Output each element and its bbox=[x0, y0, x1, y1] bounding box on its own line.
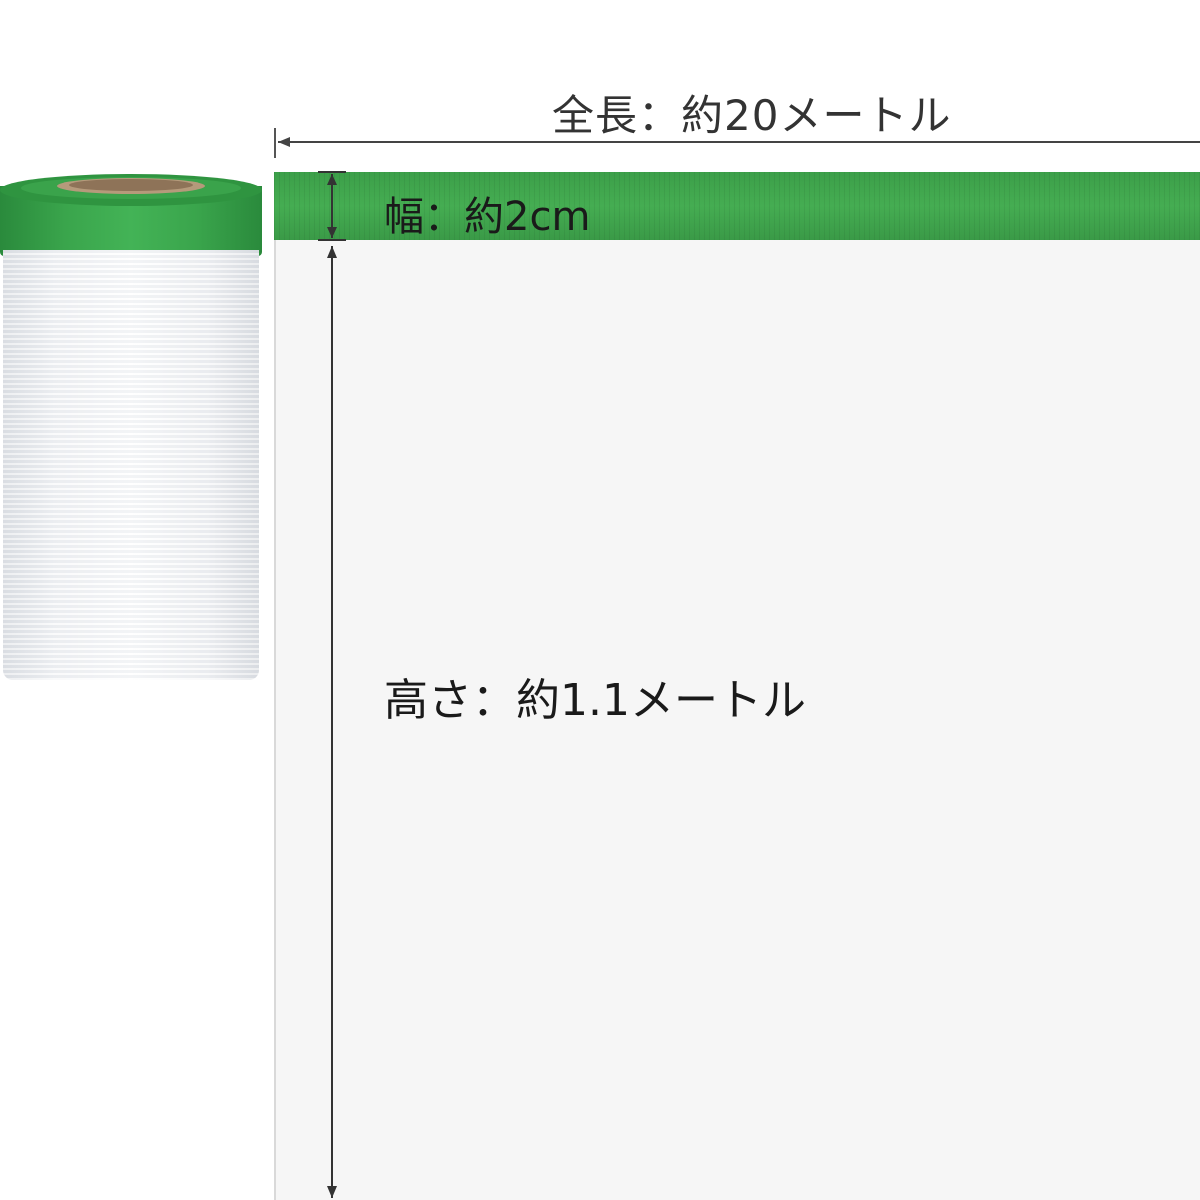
length-arrowhead bbox=[278, 137, 290, 147]
length-label: 全長：約20メートル bbox=[552, 91, 952, 140]
masking-film-roll bbox=[0, 172, 262, 1200]
roll-core-icon bbox=[0, 174, 262, 206]
height-label: 高さ：約1.1メートル bbox=[384, 675, 806, 726]
product-image: 全長：約20メートル 幅：約2cm 高さ：約1.1メートル bbox=[0, 0, 1200, 1200]
roll-plastic-film bbox=[3, 250, 259, 680]
width-label: 幅：約2cm bbox=[384, 194, 591, 240]
